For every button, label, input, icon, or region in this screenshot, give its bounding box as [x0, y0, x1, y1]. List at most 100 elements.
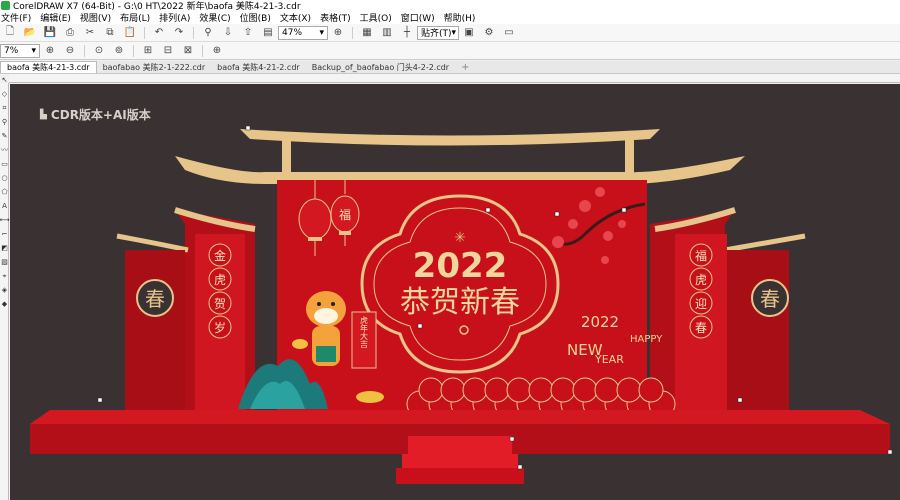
open-icon[interactable]: 📂 [23, 26, 37, 40]
menu-table[interactable]: 表格(T) [319, 11, 359, 24]
snap-to-select[interactable]: 贴齐(T) ▾ [417, 25, 459, 40]
save-icon[interactable]: 💾 [43, 26, 57, 40]
parallel-dimension-icon[interactable]: ⟷ [0, 214, 10, 226]
coreldraw-app-icon [1, 1, 10, 10]
standard-toolbar: 🗋 📂 💾 ⎙ ✂ ⧉ 📋 ↶ ↷ ⚲ ⇩ ⇧ ▤ 47% ▾ ⊕ ▦ ▥ ┼ … [0, 24, 900, 42]
horizontal-ruler[interactable] [9, 74, 900, 83]
undo-icon[interactable]: ↶ [152, 26, 166, 40]
new-tab-plus-icon[interactable]: + [455, 62, 475, 73]
text-tool-icon[interactable]: A [0, 200, 9, 212]
menu-tools[interactable]: 工具(O) [359, 11, 400, 24]
stage-step-1 [408, 436, 512, 454]
application-launcher-icon[interactable]: ▭ [502, 26, 516, 40]
polygon-tool-icon[interactable]: ⬠ [0, 186, 9, 198]
show-grid-icon[interactable]: ▥ [380, 26, 394, 40]
welcome-screen-icon[interactable]: ▣ [462, 26, 476, 40]
document-icon: ▙ [40, 109, 47, 120]
title-bar: CorelDRAW X7 (64-Bit) - G:\0 HT\2022 新年\… [0, 0, 900, 11]
menu-file[interactable]: 文件(F) [0, 11, 39, 24]
import-icon[interactable]: ⇩ [221, 26, 235, 40]
stage-step-2 [402, 454, 518, 468]
menu-window[interactable]: 窗口(W) [400, 11, 443, 24]
zoom-tool-icon[interactable]: ⚲ [0, 116, 9, 128]
add-icon[interactable]: ⊕ [210, 44, 224, 58]
zoom-all-objects-icon[interactable]: ⊚ [112, 44, 126, 58]
show-guidelines-icon[interactable]: ┼ [400, 26, 414, 40]
menu-edit[interactable]: 编辑(E) [39, 11, 79, 24]
tab-document-4[interactable]: Backup_of_baofabao 门头4-2-2.cdr [306, 61, 455, 73]
zoom-to-page-icon[interactable]: ⊞ [141, 44, 155, 58]
drop-shadow-icon[interactable]: ◩ [0, 242, 9, 254]
stage-top [30, 410, 890, 424]
print-icon[interactable]: ⎙ [63, 26, 77, 40]
new-document-icon[interactable]: 🗋 [3, 26, 17, 40]
zoom-levels-value: 7% [4, 45, 19, 56]
svg-text:春: 春 [695, 321, 707, 335]
tab-document-2[interactable]: baofabao 美陈2-1-222.cdr [97, 61, 212, 73]
freehand-tool-icon[interactable]: ✎ [0, 130, 9, 142]
roof-post-right [625, 139, 634, 175]
zoom-levels-select[interactable]: 7% ▾ [0, 43, 40, 58]
copy-icon[interactable]: ⧉ [103, 26, 117, 40]
transparency-icon[interactable]: ▧ [0, 256, 9, 268]
roof-post-left [282, 139, 291, 175]
menu-text[interactable]: 文本(X) [279, 11, 319, 24]
menu-bitmaps[interactable]: 位图(B) [239, 11, 279, 24]
menu-arrange[interactable]: 排列(A) [158, 11, 198, 24]
menu-layout[interactable]: 布局(L) [119, 11, 158, 24]
stage-design-artwork: 春 春 金 虎 贺 岁 福 虎 迎 春 ✳ 2022 恭贺新春 福 2022 H… [30, 125, 893, 484]
svg-text:岁: 岁 [214, 320, 226, 335]
zoom-in-icon[interactable]: ⊕ [43, 44, 57, 58]
menu-view[interactable]: 视图(V) [79, 11, 119, 24]
redo-icon[interactable]: ↷ [172, 26, 186, 40]
tab-document-3[interactable]: baofa 美陈4-21-2.cdr [211, 61, 306, 73]
menu-help[interactable]: 帮助(H) [443, 11, 484, 24]
cut-icon[interactable]: ✂ [83, 26, 97, 40]
zoom-to-width-icon[interactable]: ⊟ [161, 44, 175, 58]
search-content-icon[interactable]: ⚲ [201, 26, 215, 40]
zoom-level-select[interactable]: 47% ▾ [278, 25, 328, 40]
shape-tool-icon[interactable]: ◇ [0, 88, 9, 100]
rectangle-tool-icon[interactable]: ▭ [0, 158, 9, 170]
zoom-out-icon[interactable]: ⊖ [63, 44, 77, 58]
paste-icon[interactable]: 📋 [123, 26, 137, 40]
export-icon[interactable]: ⇧ [241, 26, 255, 40]
document-tabs: baofa 美陈4-21-3.cdr baofabao 美陈2-1-222.cd… [0, 61, 900, 74]
left-outer-panel [125, 250, 185, 410]
ellipse-tool-icon[interactable]: ○ [0, 172, 9, 184]
toolbar-separator [202, 44, 203, 57]
full-screen-icon[interactable]: ⊕ [331, 26, 345, 40]
artistic-media-icon[interactable]: 〰 [0, 144, 9, 156]
tab-document-1[interactable]: baofa 美陈4-21-3.cdr [0, 61, 97, 73]
left-spring-char: 春 [145, 287, 165, 311]
menu-bar: 文件(F) 编辑(E) 视图(V) 布局(L) 排列(A) 效果(C) 位图(B… [0, 11, 900, 24]
tab-label: baofabao 美陈2-1-222.cdr [102, 62, 206, 72]
zoom-to-height-icon[interactable]: ⊠ [181, 44, 195, 58]
show-rulers-icon[interactable]: ▦ [360, 26, 374, 40]
svg-text:虎年大吉: 虎年大吉 [360, 315, 369, 349]
connector-tool-icon[interactable]: ⌐ [0, 228, 9, 240]
design-year: 2022 [413, 246, 508, 286]
color-eyedropper-icon[interactable]: ⌖ [0, 270, 9, 282]
chevron-down-icon: ▾ [319, 27, 324, 38]
left-outer-roof [116, 233, 189, 253]
top-roof-beam [240, 129, 660, 146]
ny-happy: HAPPY [630, 334, 663, 345]
menu-effects[interactable]: 效果(C) [198, 11, 238, 24]
crop-tool-icon[interactable]: ⌗ [0, 102, 9, 114]
gold-ingot-icon [356, 391, 384, 403]
smart-fill-icon[interactable]: ◆ [0, 298, 9, 310]
stage-step-3 [396, 468, 524, 484]
toolbar-separator [144, 26, 145, 39]
right-outer-panel [725, 250, 789, 410]
chevron-down-icon: ▾ [31, 45, 36, 56]
design-greeting: 恭贺新春 [400, 285, 520, 320]
ny-year-word: YEAR [594, 353, 624, 366]
interactive-fill-icon[interactable]: ◈ [0, 284, 9, 296]
pick-tool-icon[interactable]: ↖ [0, 74, 9, 86]
publish-pdf-icon[interactable]: ▤ [261, 26, 275, 40]
drawing-canvas[interactable]: 春 春 金 虎 贺 岁 福 虎 迎 春 ✳ 2022 恭贺新春 福 2022 H… [10, 84, 900, 500]
chevron-down-icon: ▾ [451, 27, 457, 38]
zoom-selected-icon[interactable]: ⊙ [92, 44, 106, 58]
options-icon[interactable]: ⚙ [482, 26, 496, 40]
